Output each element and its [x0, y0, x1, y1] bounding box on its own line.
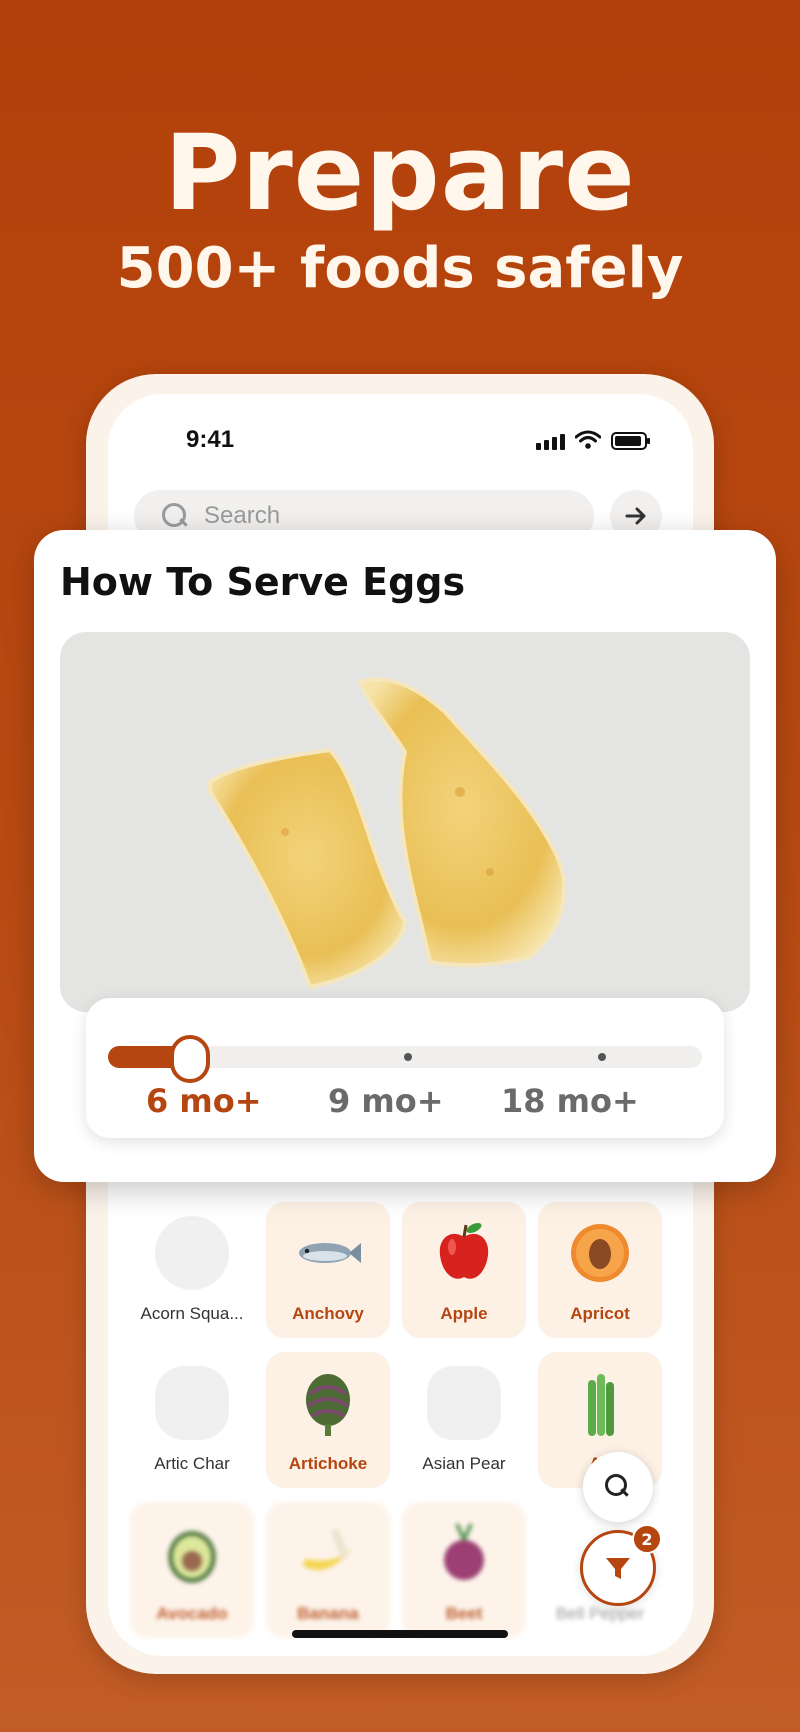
asparagus-icon — [563, 1366, 637, 1440]
headline: Prepare — [164, 112, 636, 234]
artichoke-icon — [291, 1366, 365, 1440]
food-label: Acorn Squa... — [140, 1304, 244, 1323]
food-tile-apricot[interactable]: Apricot — [538, 1202, 662, 1338]
age-stop-18mo[interactable]: 18 mo+ — [501, 1082, 639, 1120]
battery-icon — [611, 432, 650, 450]
search-icon — [605, 1474, 631, 1500]
food-label: Anchovy — [292, 1304, 364, 1323]
fish-icon — [291, 1216, 365, 1290]
banana-icon — [291, 1516, 365, 1590]
food-label: Beet — [445, 1604, 483, 1623]
acorn-squash-icon — [155, 1216, 229, 1290]
food-label: Banana — [297, 1604, 359, 1623]
apricot-icon — [563, 1216, 637, 1290]
status-time: 9:41 — [186, 426, 235, 453]
food-tile-anchovy[interactable]: Anchovy — [266, 1202, 390, 1338]
food-tile-banana[interactable]: Banana — [266, 1502, 390, 1638]
serving-guide-card: How To Serve Eggs 6 mo+ 9 mo+ 18 mo+ — [34, 530, 776, 1182]
pear-icon — [427, 1366, 501, 1440]
egg-strips-photo — [60, 632, 750, 1012]
food-tile-artichoke[interactable]: Artichoke — [266, 1352, 390, 1488]
app-store-screen: { "headline": "Prepare", "subhead": "500… — [0, 0, 800, 1732]
apple-icon — [427, 1216, 501, 1290]
search-placeholder: Search — [204, 502, 281, 529]
egg-strips-image — [208, 677, 567, 990]
food-label: Apple — [440, 1304, 488, 1323]
age-slider-panel: 6 mo+ 9 mo+ 18 mo+ — [86, 998, 724, 1138]
age-stop-6mo[interactable]: 6 mo+ — [146, 1082, 262, 1120]
food-tile-acorn-squash[interactable]: Acorn Squa... — [130, 1202, 254, 1338]
status-icons — [536, 430, 650, 450]
filter-count-badge: 2 — [632, 1524, 662, 1554]
slider-stop-dot — [598, 1053, 606, 1061]
food-tile-apple[interactable]: Apple — [402, 1202, 526, 1338]
wifi-icon — [575, 430, 601, 449]
filter-icon — [606, 1558, 630, 1579]
food-tile-asian-pear[interactable]: Asian Pear — [402, 1352, 526, 1488]
home-indicator — [292, 1630, 508, 1638]
floating-search-button[interactable] — [583, 1452, 653, 1522]
subheadline: 500+ foods safely — [116, 236, 684, 301]
beet-icon — [427, 1516, 501, 1590]
food-label: Artic Char — [154, 1454, 230, 1473]
search-icon — [162, 503, 188, 529]
food-tile-artic-char[interactable]: Artic Char — [130, 1352, 254, 1488]
age-stop-9mo[interactable]: 9 mo+ — [328, 1082, 444, 1120]
fish-icon — [155, 1366, 229, 1440]
slider-stop-dot — [404, 1053, 412, 1061]
food-label: Bell Pepper — [556, 1604, 644, 1623]
food-label: Artichoke — [288, 1454, 368, 1473]
arrow-right-glyph — [625, 507, 646, 525]
food-label: Avocado — [156, 1604, 228, 1623]
signal-icon — [536, 434, 565, 450]
food-tile-beet[interactable]: Beet — [402, 1502, 526, 1638]
food-label: Apricot — [570, 1304, 630, 1323]
age-slider-thumb[interactable] — [170, 1035, 210, 1083]
card-title: How To Serve Eggs — [60, 560, 466, 604]
food-label: Asian Pear — [422, 1454, 506, 1473]
food-tile-avocado[interactable]: Avocado — [130, 1502, 254, 1638]
avocado-icon — [155, 1516, 229, 1590]
